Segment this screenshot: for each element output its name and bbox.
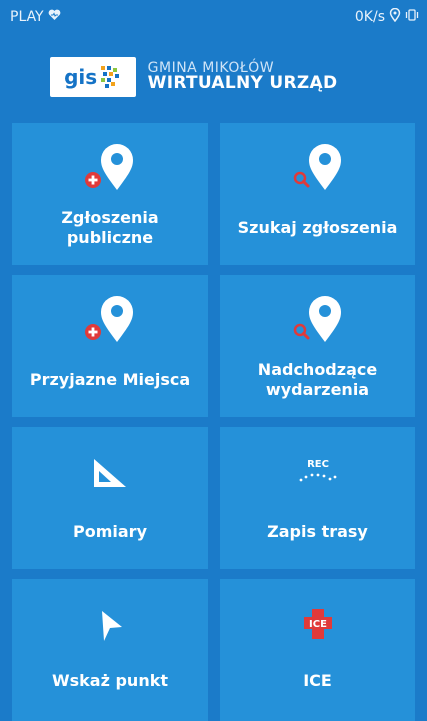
tile-label: Zgłoszenia publiczne: [61, 208, 159, 247]
status-bar: PLAY 0K/s: [0, 0, 427, 34]
tile-search-reports[interactable]: Szukaj zgłoszenia: [220, 123, 415, 265]
location-icon: [389, 7, 401, 26]
tile-label: Nadchodzące wydarzenia: [257, 360, 378, 399]
tile-ice[interactable]: ICE ICE: [220, 579, 415, 721]
tile-point-location[interactable]: Wskaż punkt: [12, 579, 208, 721]
tile-label: ICE: [303, 671, 332, 690]
carrier-label: PLAY: [10, 9, 44, 25]
tile-route-record[interactable]: REC Zapis trasy: [220, 427, 415, 569]
logo-pixel-icon: [101, 66, 120, 88]
tile-friendly-places[interactable]: Przyjazne Miejsca: [12, 275, 208, 417]
tile-public-reports[interactable]: Zgłoszenia publiczne: [12, 123, 208, 265]
tile-upcoming-events[interactable]: Nadchodzące wydarzenia: [220, 275, 415, 417]
rec-text: REC: [307, 459, 329, 470]
logo-text: gis: [64, 65, 98, 89]
tile-label: Szukaj zgłoszenia: [237, 218, 398, 237]
pin-search-icon: [283, 133, 353, 203]
pin-search-icon: [283, 285, 353, 355]
vibrate-icon: [405, 9, 419, 25]
pin-add-icon: [75, 285, 145, 355]
tile-measurements[interactable]: Pomiary: [12, 427, 208, 569]
ice-cross-icon: ICE: [288, 589, 348, 659]
menu-grid: Zgłoszenia publiczne Szukaj zgłoszenia P…: [12, 123, 415, 721]
app-title: WIRTUALNY URZĄD: [147, 73, 338, 94]
tile-label: Zapis trasy: [267, 522, 368, 541]
gis-logo: gis: [49, 57, 136, 97]
heart-icon: [48, 9, 61, 25]
tile-label: Wskaż punkt: [51, 671, 168, 690]
pointer-arrow-icon: [80, 589, 140, 659]
network-speed: 0K/s: [354, 9, 385, 25]
tile-label: Pomiary: [73, 522, 147, 541]
tile-label: Przyjazne Miejsca: [29, 370, 191, 389]
ruler-triangle-icon: [80, 437, 140, 507]
ice-text: ICE: [309, 619, 327, 630]
rec-route-icon: REC: [288, 437, 348, 507]
pin-add-icon: [75, 133, 145, 203]
app-header: gis GMINA MIKOŁÓW WIRTUALNY URZĄD: [0, 34, 427, 120]
